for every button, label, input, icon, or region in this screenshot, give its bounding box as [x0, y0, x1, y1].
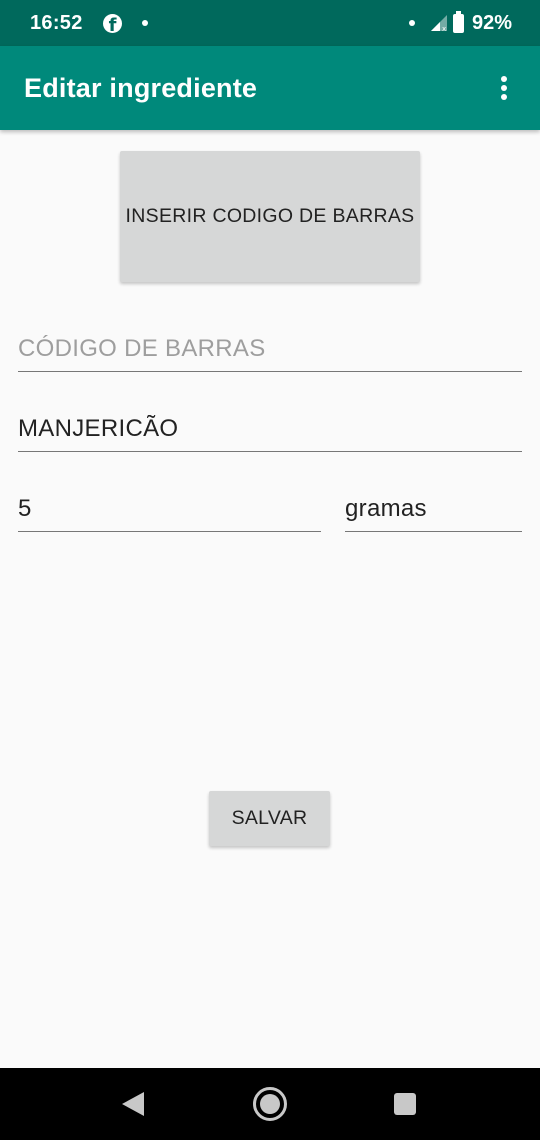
insert-barcode-button[interactable]: INSERIR CODIGO DE BARRAS [120, 151, 420, 282]
page-title: Editar ingrediente [24, 72, 258, 103]
notification-dot-icon [141, 20, 148, 26]
home-icon[interactable] [253, 1087, 287, 1121]
status-dot-icon [408, 20, 415, 26]
facebook-icon [102, 13, 122, 33]
app-bar: Editar ingrediente [0, 46, 540, 130]
recents-icon[interactable] [394, 1093, 416, 1115]
battery-icon [452, 10, 464, 33]
navigation-bar [0, 1068, 540, 1140]
ingredient-name-field[interactable] [18, 410, 522, 452]
unit-input[interactable] [345, 495, 522, 523]
quantity-field[interactable] [18, 490, 321, 532]
back-icon[interactable] [122, 1092, 144, 1116]
barcode-input[interactable] [18, 335, 522, 363]
status-bar: 16:52 x 92% [0, 0, 540, 46]
unit-field[interactable] [345, 490, 522, 532]
quantity-input[interactable] [18, 495, 321, 523]
status-time: 16:52 [30, 11, 83, 34]
more-vert-icon[interactable] [492, 73, 516, 103]
signal-icon: x [430, 15, 447, 32]
ingredient-name-input[interactable] [18, 415, 522, 443]
svg-text:x: x [442, 25, 446, 32]
screen: 16:52 x 92% Editar ingrediente INSERIR C… [0, 0, 540, 1140]
barcode-field[interactable] [18, 330, 522, 372]
battery-percentage: 92% [471, 11, 512, 34]
save-button[interactable]: SALVAR [209, 791, 330, 846]
